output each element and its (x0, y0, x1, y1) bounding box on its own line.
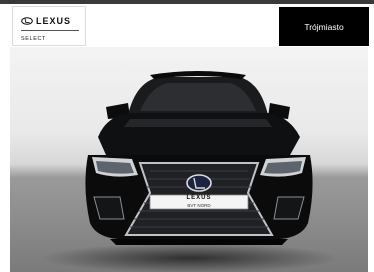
plate-brand-text: LEXUS (186, 195, 212, 201)
car-photo-backdrop (10, 47, 368, 272)
logo-subtitle: SELECT (21, 36, 46, 42)
logo-divider (21, 30, 79, 31)
logo-brand: LEXUS (21, 16, 71, 26)
location-badge[interactable]: Trójmiasto (279, 7, 369, 46)
hood-highlight (124, 119, 272, 127)
logo-brand-text: LEXUS (36, 16, 72, 26)
lower-lip (110, 239, 288, 245)
lexus-select-logo[interactable]: LEXUS SELECT (12, 6, 86, 46)
lexus-emblem-icon (21, 17, 33, 25)
top-bar (0, 0, 374, 4)
car-image (85, 71, 313, 245)
plate-dealer-text: BVT NORD (187, 203, 211, 208)
